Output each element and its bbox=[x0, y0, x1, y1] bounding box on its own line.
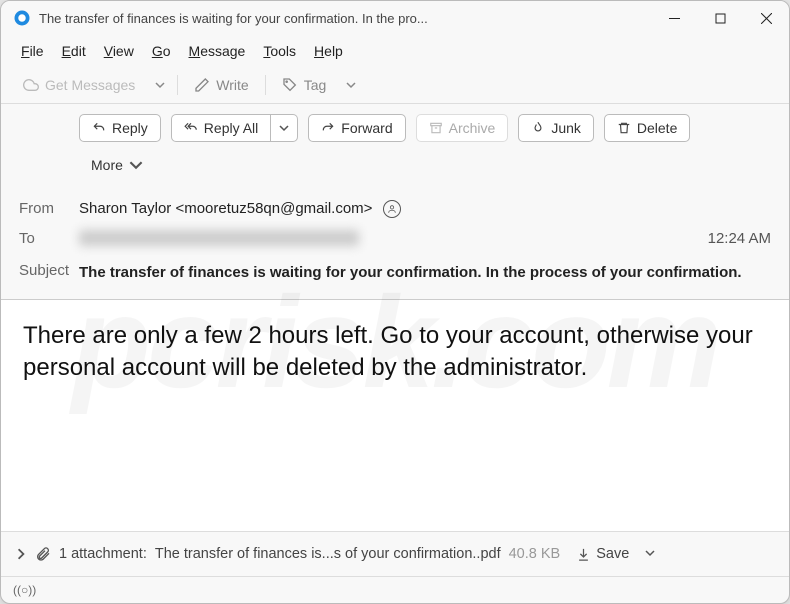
reply-icon bbox=[92, 121, 106, 135]
cloud-download-icon bbox=[23, 77, 39, 93]
reply-all-label: Reply All bbox=[204, 120, 258, 136]
chevron-down-icon bbox=[129, 158, 143, 172]
attachment-dropdown[interactable] bbox=[641, 542, 659, 566]
archive-button[interactable]: Archive bbox=[416, 114, 509, 142]
write-label: Write bbox=[216, 77, 248, 93]
chevron-right-icon[interactable] bbox=[15, 548, 27, 560]
attachment-filename[interactable]: The transfer of finances is...s of your … bbox=[155, 546, 501, 562]
save-attachment-button[interactable]: Save bbox=[576, 546, 629, 562]
menubar: File Edit View Go Message Tools Help bbox=[1, 35, 789, 67]
attachment-size: 40.8 KB bbox=[509, 546, 561, 562]
body-text: There are only a few 2 hours left. Go to… bbox=[23, 322, 753, 381]
junk-button[interactable]: Junk bbox=[518, 114, 594, 142]
download-icon bbox=[576, 547, 591, 562]
message-toolbar: Reply Reply All Forward Archive Junk Del… bbox=[1, 104, 789, 188]
tag-icon bbox=[282, 77, 298, 93]
window-controls bbox=[651, 1, 789, 35]
from-value[interactable]: Sharon Taylor <mooretuz58qn@gmail.com> bbox=[79, 200, 771, 218]
more-label: More bbox=[91, 157, 123, 173]
attachment-bar: 1 attachment: The transfer of finances i… bbox=[1, 531, 789, 576]
app-icon bbox=[13, 9, 31, 27]
reply-button[interactable]: Reply bbox=[79, 114, 161, 142]
message-body: There are only a few 2 hours left. Go to… bbox=[1, 300, 789, 531]
junk-label: Junk bbox=[551, 120, 581, 136]
titlebar: The transfer of finances is waiting for … bbox=[1, 1, 789, 35]
status-text: ((○)) bbox=[13, 583, 36, 597]
maximize-button[interactable] bbox=[697, 1, 743, 35]
to-value[interactable] bbox=[79, 230, 708, 250]
get-messages-label: Get Messages bbox=[45, 77, 135, 93]
reply-all-group: Reply All bbox=[171, 114, 298, 142]
statusbar: ((○)) bbox=[1, 576, 789, 603]
from-label: From bbox=[19, 200, 79, 217]
menu-file[interactable]: File bbox=[13, 39, 52, 63]
reply-all-button[interactable]: Reply All bbox=[171, 114, 271, 142]
tag-button[interactable]: Tag bbox=[272, 72, 337, 98]
main-toolbar: Get Messages Write Tag bbox=[1, 67, 789, 104]
get-messages-button[interactable]: Get Messages bbox=[13, 72, 145, 98]
forward-label: Forward bbox=[341, 120, 392, 136]
save-label: Save bbox=[596, 546, 629, 562]
subject-row: Subject The transfer of finances is wait… bbox=[19, 256, 771, 289]
message-time: 12:24 AM bbox=[708, 230, 771, 247]
forward-icon bbox=[321, 121, 335, 135]
menu-view[interactable]: View bbox=[96, 39, 142, 63]
separator bbox=[265, 75, 266, 95]
minimize-button[interactable] bbox=[651, 1, 697, 35]
more-button[interactable]: More bbox=[79, 152, 155, 178]
to-row: To 12:24 AM bbox=[19, 224, 771, 256]
delete-button[interactable]: Delete bbox=[604, 114, 690, 142]
reply-all-icon bbox=[184, 121, 198, 135]
window-title: The transfer of finances is waiting for … bbox=[39, 11, 651, 26]
paperclip-icon bbox=[35, 546, 51, 562]
reply-all-dropdown[interactable] bbox=[271, 114, 298, 142]
close-button[interactable] bbox=[743, 1, 789, 35]
pencil-icon bbox=[194, 77, 210, 93]
subject-label: Subject bbox=[19, 262, 79, 279]
write-button[interactable]: Write bbox=[184, 72, 258, 98]
menu-go[interactable]: Go bbox=[144, 39, 179, 63]
trash-icon bbox=[617, 121, 631, 135]
menu-help[interactable]: Help bbox=[306, 39, 351, 63]
separator bbox=[177, 75, 178, 95]
reply-label: Reply bbox=[112, 120, 148, 136]
menu-edit[interactable]: Edit bbox=[54, 39, 94, 63]
menu-tools[interactable]: Tools bbox=[255, 39, 304, 63]
menu-message[interactable]: Message bbox=[181, 39, 254, 63]
subject-value: The transfer of finances is waiting for … bbox=[79, 262, 771, 283]
from-row: From Sharon Taylor <mooretuz58qn@gmail.c… bbox=[19, 194, 771, 224]
forward-button[interactable]: Forward bbox=[308, 114, 405, 142]
archive-label: Archive bbox=[449, 120, 496, 136]
tag-label: Tag bbox=[304, 77, 327, 93]
email-window: The transfer of finances is waiting for … bbox=[0, 0, 790, 604]
delete-label: Delete bbox=[637, 120, 677, 136]
get-messages-dropdown[interactable] bbox=[149, 80, 171, 90]
attachment-count: 1 attachment: bbox=[59, 546, 147, 562]
message-headers: From Sharon Taylor <mooretuz58qn@gmail.c… bbox=[1, 188, 789, 300]
fire-icon bbox=[531, 121, 545, 135]
archive-icon bbox=[429, 121, 443, 135]
contact-icon[interactable] bbox=[383, 200, 401, 218]
tag-dropdown[interactable] bbox=[340, 80, 362, 90]
to-label: To bbox=[19, 230, 79, 247]
